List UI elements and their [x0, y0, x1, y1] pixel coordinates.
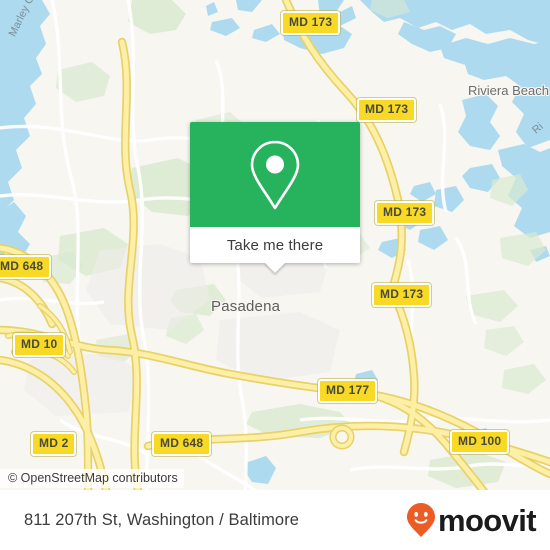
shield-md-10[interactable]: MD 10	[13, 333, 66, 357]
moovit-brand-logo[interactable]: moovit	[406, 502, 537, 538]
callout-action-area[interactable]: Take me there	[190, 227, 360, 273]
take-me-there-label: Take me there	[226, 236, 324, 254]
address-text: 811 207th St, Washington / Baltimore	[24, 510, 300, 529]
moovit-wordmark: moovit	[437, 502, 537, 538]
shield-md-100[interactable]: MD 100	[450, 430, 510, 454]
moovit-pin-smiley-icon	[406, 503, 435, 537]
map-vector-layer	[0, 0, 550, 550]
shield-md-173-upper[interactable]: MD 173	[357, 98, 417, 122]
shield-md-173-lower[interactable]: MD 173	[372, 283, 432, 307]
moovit-map-share-card: Pasadena Riviera Beach Marley Creek Ri M…	[0, 0, 550, 550]
callout-tail-pointer	[264, 262, 286, 273]
shield-md-648-bottom[interactable]: MD 648	[152, 432, 212, 456]
shield-md-177[interactable]: MD 177	[318, 379, 378, 403]
openstreetmap-attribution[interactable]: © OpenStreetMap contributors	[0, 469, 184, 488]
destination-callout-card[interactable]: Take me there	[190, 122, 360, 273]
map-canvas[interactable]: Pasadena Riviera Beach Marley Creek Ri M…	[0, 0, 550, 550]
map-pin-icon	[250, 140, 300, 209]
footer-bar: 811 207th St, Washington / Baltimore moo…	[0, 490, 550, 550]
callout-icon-area	[190, 122, 360, 227]
shield-md-2[interactable]: MD 2	[31, 432, 77, 456]
shield-md-173-mid[interactable]: MD 173	[375, 201, 435, 225]
shield-md-648-left[interactable]: MD 648	[0, 255, 52, 279]
shield-md-173-top[interactable]: MD 173	[281, 11, 341, 35]
